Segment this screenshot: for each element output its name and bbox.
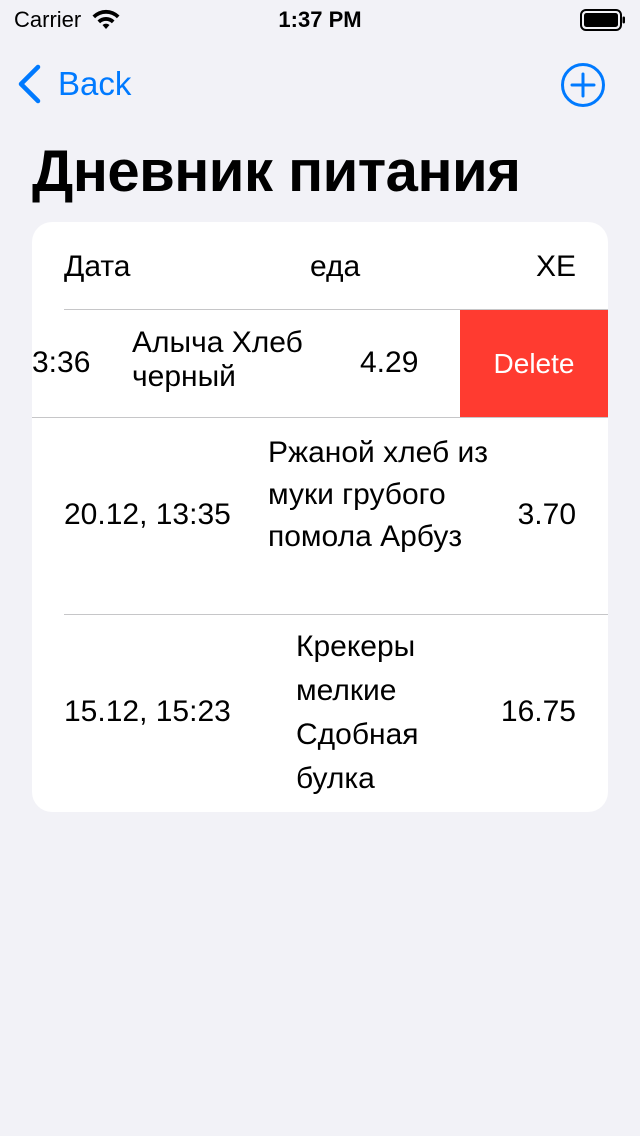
battery-icon: [580, 9, 625, 31]
status-bar: Carrier 1:37 PM: [0, 0, 640, 40]
row-date: 15.12, 15:23: [64, 695, 231, 728]
row-food: Крекеры мелкие Сдобная булка: [296, 630, 419, 795]
row-date: 20.12, 13:35: [64, 498, 231, 531]
table-header: Дата еда ХЕ: [32, 222, 608, 310]
row-xe: 16.75: [500, 695, 576, 728]
row-date: 3:36: [32, 346, 91, 379]
chevron-left-icon: [18, 64, 41, 104]
column-header-date: Дата: [64, 250, 131, 283]
page-title: Дневник питания: [32, 139, 521, 204]
row-food: Алыча Хлеб черный: [132, 326, 303, 393]
delete-button[interactable]: Delete: [460, 310, 608, 418]
food-diary-table: Дата еда ХЕ 3:36 Алыча Хлеб черный 4.29 …: [32, 222, 608, 812]
row-xe: 4.29: [360, 346, 419, 379]
status-time: 1:37 PM: [278, 7, 362, 32]
column-header-food: еда: [310, 250, 361, 283]
table-row[interactable]: 15.12, 15:23 Крекеры мелкие Сдобная булк…: [32, 615, 608, 812]
plus-circle-icon[interactable]: [560, 62, 606, 108]
row-food: Ржаной хлеб из муки грубого помола Арбуз: [268, 436, 488, 553]
column-header-xe: ХЕ: [535, 250, 576, 283]
back-button[interactable]: Back: [16, 62, 131, 106]
row-xe: 3.70: [517, 498, 576, 531]
table-row[interactable]: 20.12, 13:35 Ржаной хлеб из муки грубого…: [32, 418, 608, 615]
back-label: Back: [58, 65, 132, 102]
navigation-bar: Back: [0, 56, 640, 112]
table-row[interactable]: 3:36 Алыча Хлеб черный 4.29 Delete: [32, 310, 608, 418]
